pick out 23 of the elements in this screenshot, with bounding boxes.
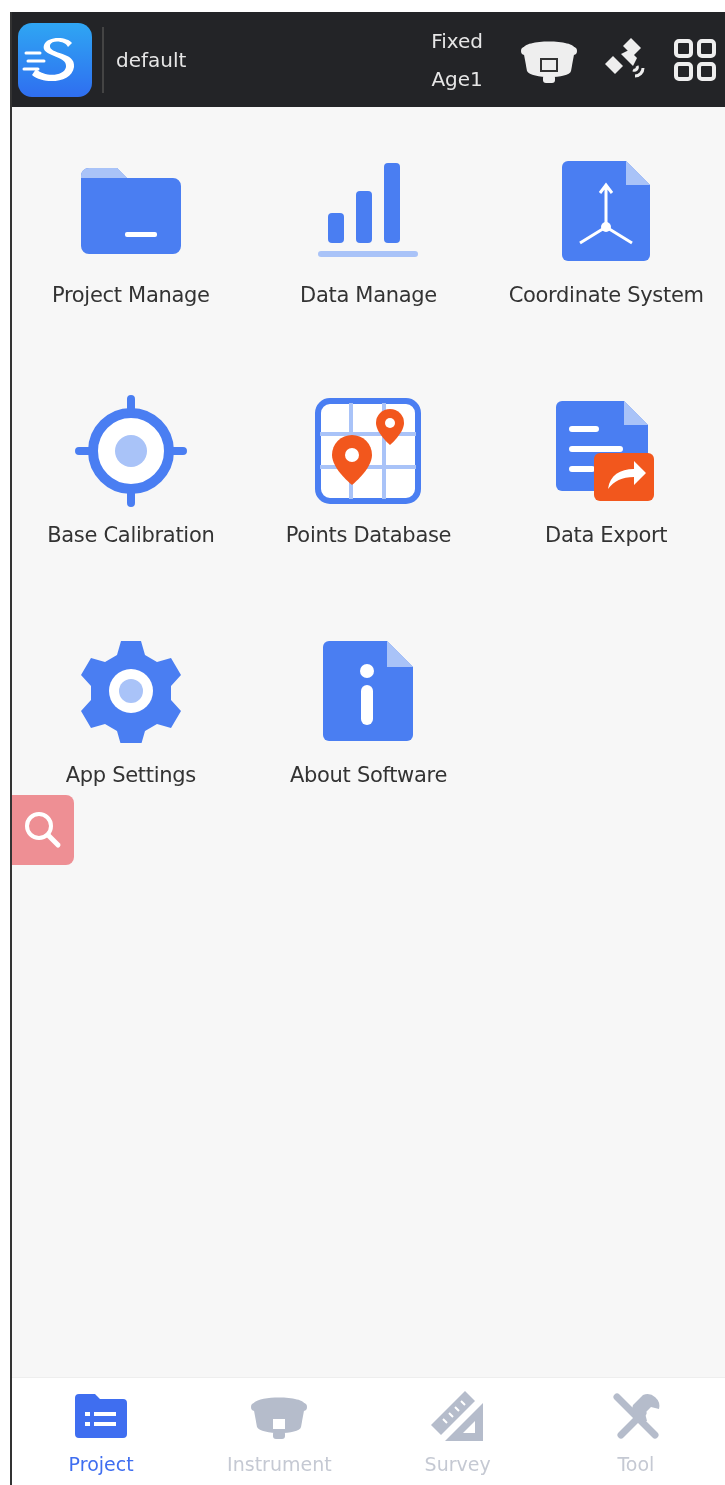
- menu-tile[interactable]: Coordinate System: [508, 155, 704, 307]
- menu-tile[interactable]: Data Export: [545, 395, 668, 547]
- app-logo-icon: [18, 22, 92, 97]
- fix-status: Fixed: [431, 28, 483, 53]
- map-pins-icon: [314, 397, 423, 505]
- menu-tile[interactable]: Project Manage: [51, 155, 210, 307]
- document-axes-icon: [560, 159, 653, 263]
- menu-tile[interactable]: Base Calibration: [47, 395, 215, 547]
- grid-menu-icon[interactable]: [673, 37, 717, 82]
- document-export-icon: [556, 399, 657, 503]
- settings-icon: [78, 639, 183, 743]
- target-icon: [74, 395, 187, 507]
- search-icon: [23, 810, 63, 850]
- nav-tab[interactable]: Project: [12, 1378, 191, 1485]
- folder-icon: [78, 166, 183, 256]
- age-value: Age1: [431, 66, 483, 91]
- menu-tile[interactable]: App Settings: [65, 635, 196, 787]
- menu-tile[interactable]: About Software: [289, 635, 448, 787]
- menu-tile[interactable]: Points Database: [285, 395, 452, 547]
- menu-tile[interactable]: Data Manage: [300, 155, 437, 307]
- info-document-icon: [321, 639, 416, 743]
- project-name: default: [116, 47, 188, 72]
- folder-list-icon: [73, 1391, 130, 1440]
